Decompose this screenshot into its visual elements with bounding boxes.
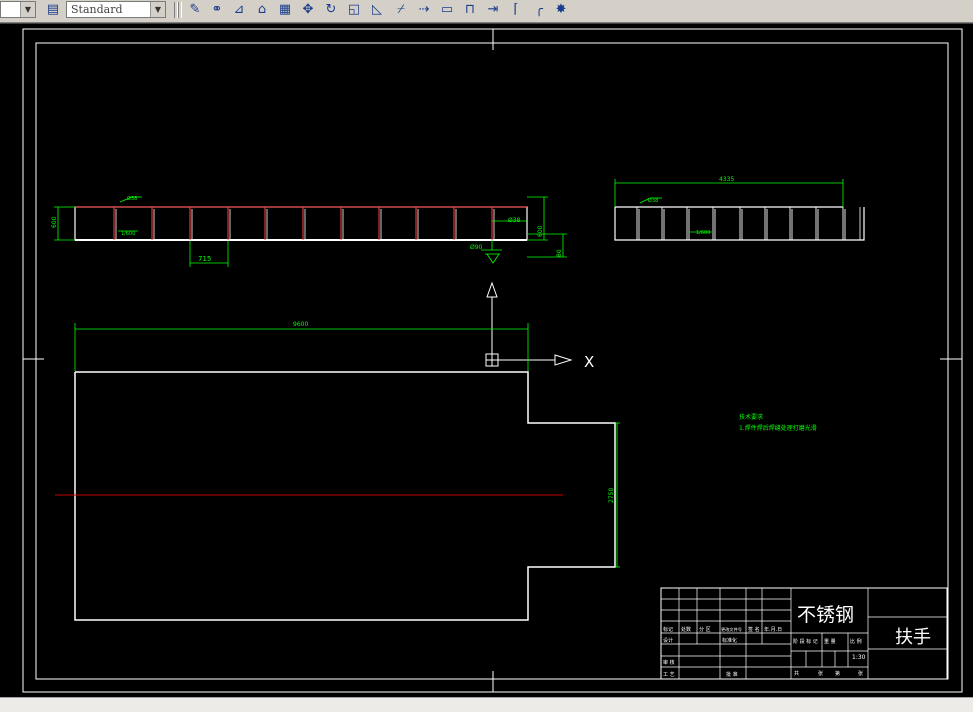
tb-header-mark: 标记 xyxy=(663,626,673,633)
pipe-side-label: Ø38 xyxy=(508,217,521,224)
tb-sheet-no: 第 xyxy=(835,670,840,677)
status-bar xyxy=(0,697,973,712)
plan-width-label: 2750 xyxy=(608,488,615,503)
explode-icon[interactable]: ✸ xyxy=(552,1,570,19)
tb-row-standard: 标准化 xyxy=(722,637,737,644)
text-style-value: Standard xyxy=(71,3,123,16)
tb-row-review: 审 核 xyxy=(663,659,675,666)
layer-dropdown[interactable]: ▼ xyxy=(0,1,36,18)
tb-header-docno: 更改文件号 xyxy=(721,626,742,633)
slope-label: 1/600 xyxy=(121,231,135,237)
pipe-bottom-label: Ø90 xyxy=(470,244,483,251)
height-dim-right: 600 xyxy=(537,225,544,237)
toolbar-separator xyxy=(178,2,182,18)
chamfer-icon[interactable]: ⌈ xyxy=(507,1,525,19)
part-name-label: 扶手 xyxy=(895,627,931,648)
copy-icon[interactable]: ⚭ xyxy=(208,1,226,19)
front-elevation-view: 715 600 Ø38 1/600 Ø38 Ø90 600 80 xyxy=(51,195,567,267)
offset-icon[interactable]: ⌂ xyxy=(253,1,271,19)
ucs-x-label: X xyxy=(584,353,594,371)
array-icon[interactable]: ▦ xyxy=(276,1,294,19)
tb-stage-mark: 阶 段 标 记 xyxy=(793,638,818,645)
side-elevation-view: 4335 Ø38 1/600 xyxy=(614,176,865,241)
move-icon[interactable]: ✥ xyxy=(299,1,317,19)
text-style-dropdown[interactable]: Standard ▼ xyxy=(66,1,166,18)
plan-view: 9600 2750 xyxy=(55,321,620,621)
tb-row-design: 设计 xyxy=(663,637,673,644)
drawing-canvas[interactable]: 715 600 Ø38 1/600 Ø38 Ø90 600 80 4335 Ø3… xyxy=(0,23,973,698)
side-slope-label: 1/600 xyxy=(696,230,710,236)
height-dim-left: 600 xyxy=(51,216,58,228)
height-dim-end: 80 xyxy=(556,249,563,257)
edit-icon[interactable]: ✎ xyxy=(186,1,204,19)
chevron-down-icon[interactable]: ▼ xyxy=(20,2,35,17)
tb-sheet-unit2: 张 xyxy=(858,670,863,677)
text-style-icon[interactable]: ▤ xyxy=(44,1,62,19)
tb-header-sign: 签 名 xyxy=(748,626,760,633)
tb-stage-scale: 比 例 xyxy=(850,638,862,645)
trim-icon[interactable]: ⌿ xyxy=(392,1,410,19)
side-length-label: 4335 xyxy=(719,176,734,183)
ucs-icon xyxy=(485,281,573,367)
join-icon[interactable]: ⇥ xyxy=(484,1,502,19)
pipe-top-label: Ø38 xyxy=(127,195,137,202)
scale-icon[interactable]: ◱ xyxy=(345,1,363,19)
notes-title: 技术要求 xyxy=(739,413,763,421)
tb-header-date: 年.月.日 xyxy=(764,626,782,633)
plan-length-label: 9600 xyxy=(293,321,308,328)
notes-line1: 1.焊件焊后焊缝处理打磨光滑 xyxy=(739,424,817,432)
tb-header-zone: 分 区 xyxy=(699,626,711,633)
chevron-down-icon[interactable]: ▼ xyxy=(150,2,165,17)
title-block: 不锈钢 扶手 1:30 标记 处数 分 区 更改文件号 签 名 年.月.日 设计… xyxy=(660,587,948,680)
tb-sheet-unit1: 张 xyxy=(818,670,823,677)
tb-stage-weight: 重 量 xyxy=(824,638,836,645)
tb-row-approve: 批 准 xyxy=(726,671,738,678)
break-at-point-icon[interactable]: ⊓ xyxy=(461,1,479,19)
rotate-icon[interactable]: ↻ xyxy=(322,1,340,19)
tb-sheet-total: 共 xyxy=(794,670,799,677)
tb-header-count: 处数 xyxy=(681,626,691,633)
fillet-icon[interactable]: ╭ xyxy=(530,1,548,19)
modify-toolbar: ▼ ▤ Standard ▼ ✎ ⚭ ⊿ ⌂ ▦ ✥ ↻ ◱ ◺ ⌿ ⇢ ▭ ⊓… xyxy=(0,0,973,23)
extend-icon[interactable]: ⇢ xyxy=(415,1,433,19)
stretch-icon[interactable]: ◺ xyxy=(368,1,386,19)
mirror-icon[interactable]: ⊿ xyxy=(230,1,248,19)
side-pipe-label: Ø38 xyxy=(648,197,658,204)
material-label: 不锈钢 xyxy=(797,604,854,626)
scale-value: 1:30 xyxy=(852,654,866,661)
spacing-dim-label: 715 xyxy=(198,255,211,263)
break-icon[interactable]: ▭ xyxy=(438,1,456,19)
tb-row-process: 工 艺 xyxy=(663,672,675,678)
